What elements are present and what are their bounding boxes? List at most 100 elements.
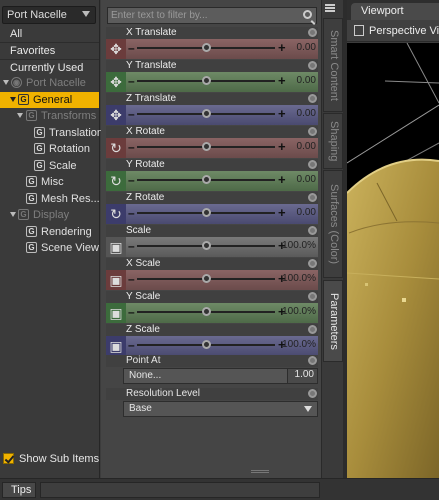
tab-smart-content[interactable]: Smart Content: [323, 18, 343, 112]
property-slider-row[interactable]: ✥ – +0.00: [106, 72, 318, 92]
move-icon[interactable]: ✥: [106, 39, 126, 59]
slider-knob[interactable]: [202, 241, 211, 250]
expand-arrow-icon[interactable]: [17, 113, 23, 118]
checkbox-checked-icon[interactable]: [3, 453, 14, 464]
decrement-button[interactable]: –: [128, 206, 135, 220]
decrement-button[interactable]: –: [128, 173, 135, 187]
scale-icon[interactable]: ▣: [106, 303, 126, 323]
property-value[interactable]: 0.00: [297, 75, 316, 86]
tree-item-display[interactable]: G Display: [0, 207, 99, 224]
gear-icon[interactable]: [308, 325, 317, 334]
gear-icon[interactable]: [308, 356, 317, 365]
resize-grip[interactable]: [251, 470, 269, 473]
slider-knob[interactable]: [202, 274, 211, 283]
tab-parameters[interactable]: Parameters: [323, 280, 343, 362]
decrement-button[interactable]: –: [128, 239, 135, 253]
property-slider-row[interactable]: ✥ – +0.00: [106, 105, 318, 125]
property-value[interactable]: 100.0%: [282, 240, 316, 251]
tree-item-scale[interactable]: G Scale: [0, 158, 99, 175]
decrement-button[interactable]: –: [128, 107, 135, 121]
node-selector[interactable]: Port Nacelle: [2, 6, 96, 24]
gear-icon[interactable]: [308, 160, 317, 169]
property-value[interactable]: 0.00: [297, 108, 316, 119]
rotate-icon[interactable]: ↻: [106, 171, 126, 191]
increment-button[interactable]: +: [278, 73, 286, 88]
tree-item-general[interactable]: G General: [0, 91, 99, 108]
property-slider-row[interactable]: ▣ – +100.0%: [106, 270, 318, 290]
search-icon[interactable]: [303, 10, 312, 19]
property-slider-row[interactable]: ↻ – +0.00: [106, 138, 318, 158]
rotate-icon[interactable]: ↻: [106, 138, 126, 158]
increment-button[interactable]: +: [278, 139, 286, 154]
property-value[interactable]: 0.00: [297, 141, 316, 152]
property-value[interactable]: 0.00: [297, 174, 316, 185]
decrement-button[interactable]: –: [128, 272, 135, 286]
increment-button[interactable]: +: [278, 205, 286, 220]
move-icon[interactable]: ✥: [106, 72, 126, 92]
move-icon[interactable]: ✥: [106, 105, 126, 125]
gear-icon[interactable]: [308, 259, 317, 268]
property-slider-row[interactable]: ↻ – +0.00: [106, 204, 318, 224]
point-at-number[interactable]: 1.00: [287, 369, 317, 383]
point-at-field[interactable]: None... 1.00: [123, 368, 318, 384]
tree-item-translation[interactable]: G Translation: [0, 125, 103, 142]
filter-favorites[interactable]: Favorites: [0, 43, 99, 60]
menu-icon[interactable]: [324, 3, 338, 15]
slider-knob[interactable]: [202, 307, 211, 316]
property-value[interactable]: 0.00: [297, 42, 316, 53]
property-slider-row[interactable]: ▣ – +100.0%: [106, 237, 318, 257]
tab-shaping[interactable]: Shaping: [323, 113, 343, 169]
tips-button[interactable]: Tips: [2, 482, 36, 498]
tab-viewport[interactable]: Viewport: [351, 3, 439, 20]
filter-input[interactable]: Enter text to filter by...: [107, 7, 317, 24]
gear-icon[interactable]: [308, 28, 317, 37]
increment-button[interactable]: +: [278, 40, 286, 55]
property-slider-row[interactable]: ▣ – +100.0%: [106, 303, 318, 323]
viewport-canvas[interactable]: [347, 43, 439, 493]
scale-icon[interactable]: ▣: [106, 270, 126, 290]
scale-icon[interactable]: ▣: [106, 336, 126, 356]
slider-knob[interactable]: [202, 175, 211, 184]
slider-knob[interactable]: [202, 109, 211, 118]
gear-icon[interactable]: [308, 226, 317, 235]
slider-knob[interactable]: [202, 142, 211, 151]
rotate-icon[interactable]: ↻: [106, 204, 126, 224]
gear-icon[interactable]: [308, 127, 317, 136]
viewport-menu-icon[interactable]: [354, 25, 364, 36]
tree-item-transforms[interactable]: G Transforms: [0, 108, 99, 125]
tree-item-rendering[interactable]: G Rendering: [0, 224, 99, 241]
expand-arrow-icon[interactable]: [10, 96, 16, 102]
property-slider-row[interactable]: ✥ – +0.00: [106, 39, 318, 59]
tree-item-mesh-resolution[interactable]: G Mesh Res...: [0, 191, 100, 208]
property-value[interactable]: 0.00: [297, 207, 316, 218]
property-slider-row[interactable]: ▣ – +100.0%: [106, 336, 318, 356]
gear-icon[interactable]: [308, 389, 317, 398]
expand-arrow-icon[interactable]: [10, 212, 16, 217]
tree-item-scene-view[interactable]: G Scene View: [0, 240, 99, 257]
tree-item-misc[interactable]: G Misc: [0, 174, 99, 191]
gear-icon[interactable]: [308, 94, 317, 103]
camera-selector[interactable]: Perspective View: [369, 25, 439, 37]
expand-arrow-icon[interactable]: [3, 80, 9, 85]
decrement-button[interactable]: –: [128, 140, 135, 154]
decrement-button[interactable]: –: [128, 305, 135, 319]
slider-knob[interactable]: [202, 76, 211, 85]
property-value[interactable]: 100.0%: [282, 306, 316, 317]
increment-button[interactable]: +: [278, 106, 286, 121]
slider-knob[interactable]: [202, 340, 211, 349]
gear-icon[interactable]: [308, 292, 317, 301]
slider-knob[interactable]: [202, 208, 211, 217]
decrement-button[interactable]: –: [128, 338, 135, 352]
gear-icon[interactable]: [308, 193, 317, 202]
tab-surfaces[interactable]: Surfaces (Color): [323, 170, 343, 278]
slider-knob[interactable]: [202, 43, 211, 52]
decrement-button[interactable]: –: [128, 74, 135, 88]
tree-item-rotation[interactable]: G Rotation: [0, 141, 99, 158]
increment-button[interactable]: +: [278, 172, 286, 187]
gear-icon[interactable]: [308, 61, 317, 70]
property-value[interactable]: 100.0%: [282, 273, 316, 284]
property-value[interactable]: 100.0%: [282, 339, 316, 350]
tree-item-port-nacelle[interactable]: ◉ Port Nacelle: [0, 75, 99, 92]
filter-all[interactable]: All: [0, 26, 99, 43]
resolution-level-dropdown[interactable]: Base: [123, 401, 318, 417]
